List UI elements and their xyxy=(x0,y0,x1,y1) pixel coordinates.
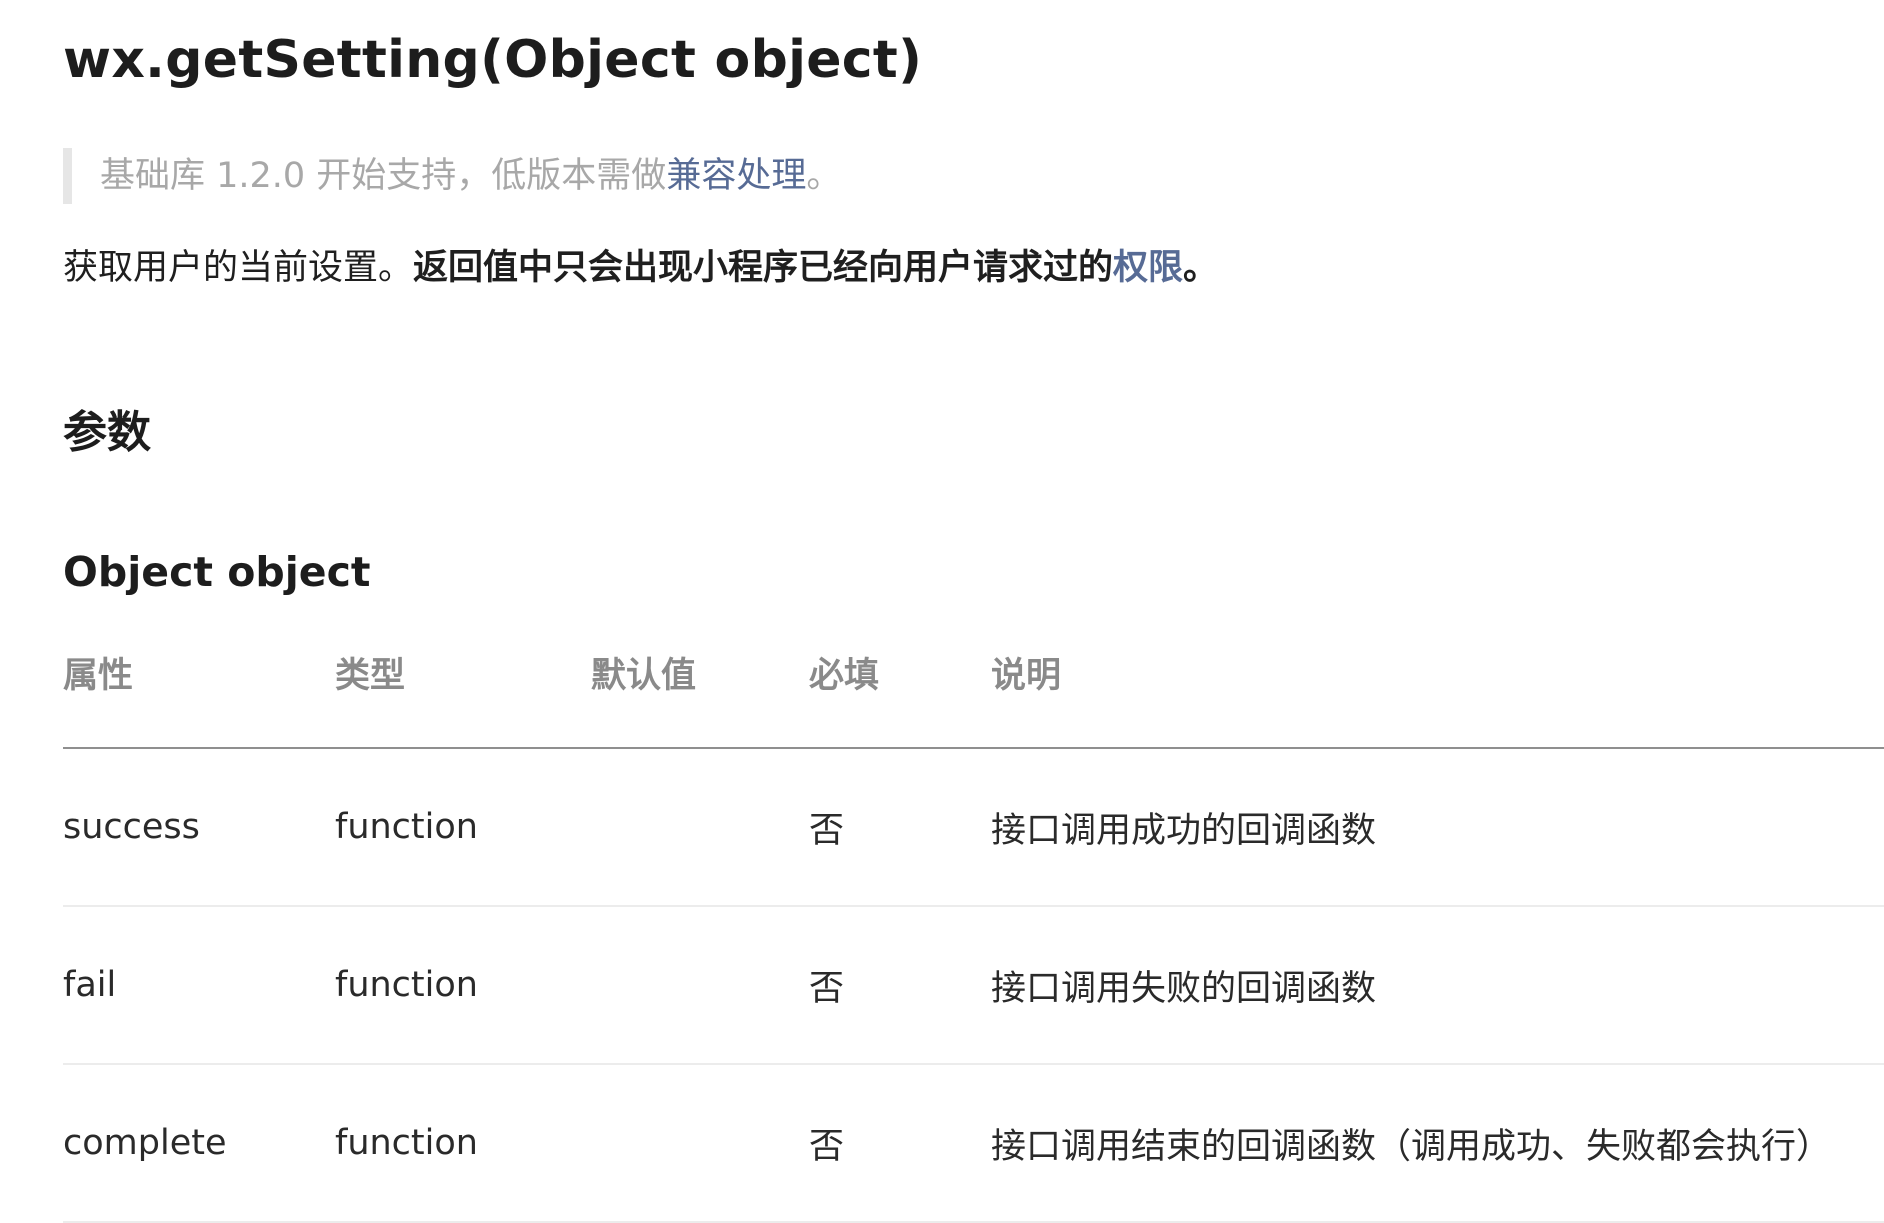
cell-required: 否 xyxy=(809,748,991,907)
description-text: 获取用户的当前设置。 xyxy=(63,248,414,288)
table-row: success function 否 接口调用成功的回调函数 xyxy=(63,748,1884,907)
header-description: 说明 xyxy=(991,652,1884,749)
cell-type: function xyxy=(335,748,591,907)
cell-default xyxy=(591,1064,809,1223)
table-header-row: 属性 类型 默认值 必填 说明 xyxy=(63,652,1884,749)
support-note: 基础库 1.2.0 开始支持，低版本需做兼容处理。 xyxy=(63,148,841,204)
cell-required: 否 xyxy=(809,1064,991,1223)
cell-default xyxy=(591,906,809,1065)
cell-type: function xyxy=(335,906,591,1065)
support-note-text: 基础库 1.2.0 开始支持，低版本需做 xyxy=(100,156,667,196)
compat-link[interactable]: 兼容处理 xyxy=(666,156,806,196)
cell-required: 否 xyxy=(809,906,991,1065)
header-default: 默认值 xyxy=(591,652,809,749)
doc-page: wx.getSetting(Object object) 基础库 1.2.0 开… xyxy=(0,0,1884,1223)
cell-name: fail xyxy=(63,906,335,1065)
description-bold-text: 返回值中只会出现小程序已经向用户请求过的 xyxy=(413,248,1114,288)
section-heading-params: 参数 xyxy=(63,407,151,458)
cell-description: 接口调用失败的回调函数 xyxy=(991,906,1884,1065)
header-property: 属性 xyxy=(63,652,335,749)
header-type: 类型 xyxy=(335,652,591,749)
cell-description: 接口调用成功的回调函数 xyxy=(991,748,1884,907)
page-title: wx.getSetting(Object object) xyxy=(63,30,923,90)
cell-type: function xyxy=(335,1064,591,1223)
description-suffix: 。 xyxy=(1183,248,1219,288)
sub-heading-object: Object object xyxy=(63,548,371,596)
cell-description: 接口调用结束的回调函数（调用成功、失败都会执行） xyxy=(991,1064,1884,1223)
cell-name: complete xyxy=(63,1064,335,1223)
cell-name: success xyxy=(63,748,335,907)
table-row: complete function 否 接口调用结束的回调函数（调用成功、失败都… xyxy=(63,1064,1884,1223)
permission-link[interactable]: 权限 xyxy=(1113,248,1183,288)
header-required: 必填 xyxy=(809,652,991,749)
cell-default xyxy=(591,748,809,907)
params-table: 属性 类型 默认值 必填 说明 success function 否 接口调用成… xyxy=(63,652,1884,1223)
table-row: fail function 否 接口调用失败的回调函数 xyxy=(63,906,1884,1065)
support-note-suffix: 。 xyxy=(806,156,842,196)
description: 获取用户的当前设置。返回值中只会出现小程序已经向用户请求过的权限。 xyxy=(63,240,1218,296)
